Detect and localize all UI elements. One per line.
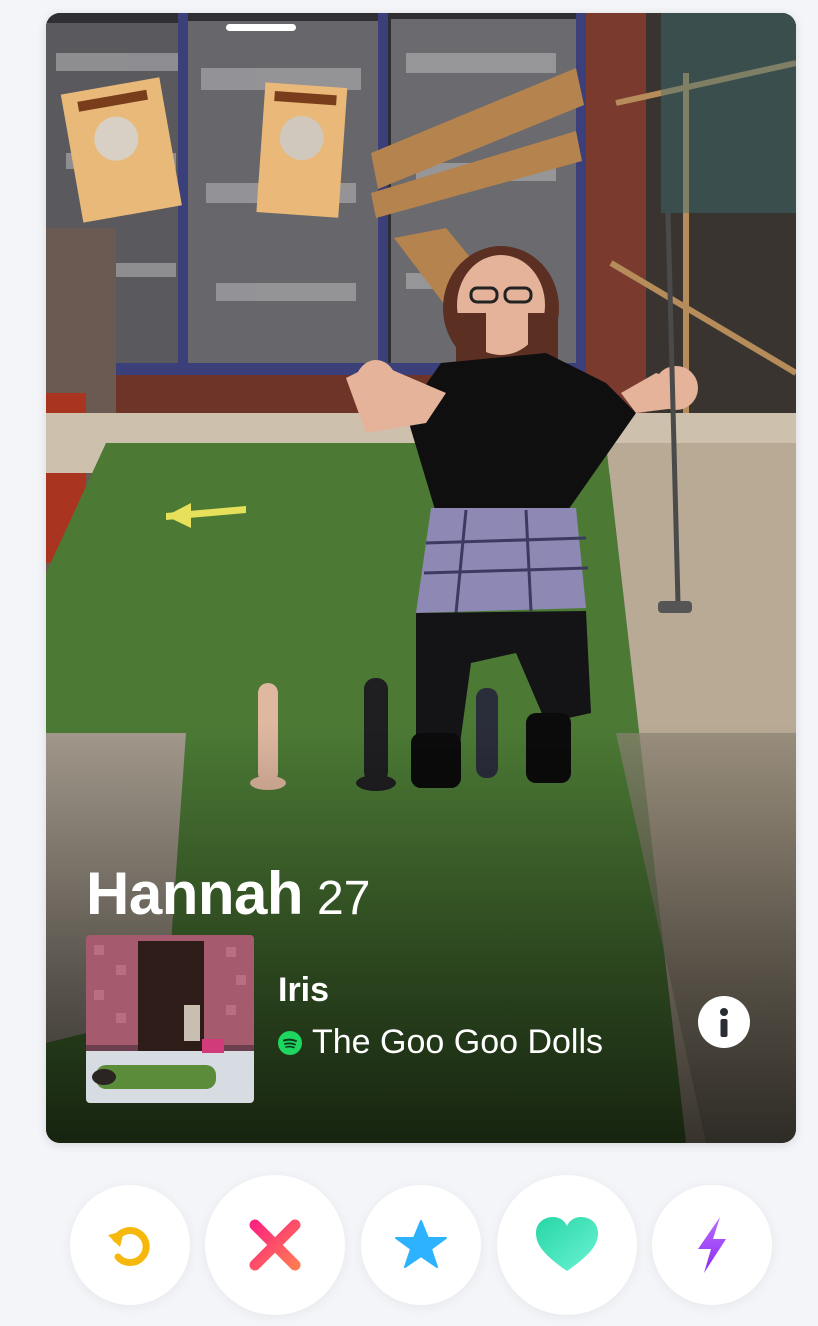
anthem-album-art[interactable] (86, 935, 254, 1103)
profile-name-row: Hannah 27 (86, 859, 370, 928)
heart-icon (536, 1217, 598, 1271)
like-button[interactable] (497, 1175, 637, 1315)
lightning-icon (698, 1217, 726, 1273)
anthem-song-title: Iris (278, 971, 330, 1009)
boost-button[interactable] (652, 1185, 772, 1305)
anthem-artist: The Goo Goo Dolls (312, 1023, 604, 1061)
nope-button[interactable] (205, 1175, 345, 1315)
album-cover-image (86, 935, 254, 1103)
anthem-artist-row: The Goo Goo Dolls (278, 1023, 603, 1062)
rewind-icon (108, 1227, 150, 1267)
spotify-icon (278, 1030, 302, 1055)
super-like-button[interactable] (361, 1185, 481, 1305)
x-icon (249, 1219, 301, 1271)
info-icon (720, 1008, 728, 1037)
profile-age: 27 (317, 872, 371, 925)
profile-info-button[interactable] (698, 996, 750, 1048)
profile-name: Hannah (86, 860, 304, 927)
profile-card[interactable]: Hannah 27 Iris The Goo Goo Dolls (46, 13, 796, 1143)
star-icon (395, 1220, 447, 1268)
rewind-button[interactable] (70, 1185, 190, 1305)
photo-page-indicator (226, 24, 296, 31)
